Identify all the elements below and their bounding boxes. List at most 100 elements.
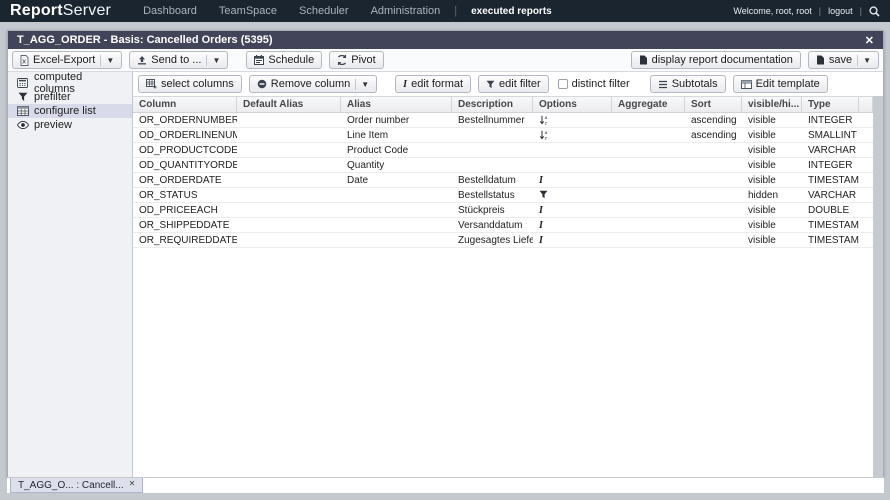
menu-item-teamspace[interactable]: TeamSpace [219,5,277,17]
select-columns-label: select columns [161,78,234,90]
grid-row[interactable]: OR_STATUSBestellstatushiddenVARCHAR [133,188,873,203]
grid-row[interactable]: OD_PRICEEACHStückpreisIvisibleDOUBLE [133,203,873,218]
send-to-label: Send to ... [151,54,201,66]
save-button[interactable]: save ▼ [808,51,879,69]
subtotals-label: Subtotals [672,78,718,90]
column-header-options[interactable]: Options [533,97,612,112]
cell-description: Bestellnummer [452,113,533,127]
edit-format-button[interactable]: I edit format [395,75,471,93]
sort-az-icon: az [539,117,549,127]
dropdown-caret-icon: ▼ [361,80,369,89]
pivot-button[interactable]: Pivot [329,51,383,69]
eye-icon [17,121,29,129]
grid-row[interactable]: OR_SHIPPEDDATEVersanddatumIvisibleTIMEST… [133,218,873,233]
cell-default-alias [237,203,341,217]
cell-visibility: hidden [742,188,802,202]
template-icon [741,80,752,89]
cell-type: VARCHAR [802,143,859,157]
subtotals-button[interactable]: Subtotals [650,75,726,93]
grid-row[interactable]: OD_PRODUCTCODEProduct CodevisibleVARCHAR [133,143,873,158]
cell-column: OR_STATUS [133,188,237,202]
logout-link[interactable]: logout [828,6,853,16]
select-columns-button[interactable]: select columns [138,75,242,93]
save-label: save [829,54,852,66]
display-doc-label: display report documentation [652,54,793,66]
sidebar-item-preview[interactable]: preview [8,118,132,132]
cell-column: OR_ORDERDATE [133,173,237,187]
grid-row[interactable]: OD_ORDERLINENUMBERLine Itemazascendingvi… [133,128,873,143]
vertical-scrollbar[interactable] [873,96,883,477]
sidebar-item-computed-columns[interactable]: computed columns [8,76,132,90]
cell-column: OD_PRODUCTCODE [133,143,237,157]
grid-row[interactable]: OR_ORDERDATEDateBestelldatumIvisibleTIME… [133,173,873,188]
cell-visibility: visible [742,173,802,187]
search-icon[interactable] [869,6,880,17]
report-toolbar: Excel-Export ▼ Send to ... ▼ Schedule Pi… [8,49,883,72]
save-icon [816,55,825,65]
format-icon: I [539,235,543,246]
menu-item-dashboard[interactable]: Dashboard [143,5,197,17]
cell-description: Versanddatum [452,218,533,232]
svg-text:z: z [545,137,548,140]
cell-default-alias [237,143,341,157]
cell-column: OD_QUANTITYORDERED [133,158,237,172]
cell-default-alias [237,233,341,247]
menu-item-scheduler[interactable]: Scheduler [299,5,349,17]
cell-default-alias [237,158,341,172]
send-to-button[interactable]: Send to ... ▼ [129,51,228,69]
column-header-type[interactable]: Type [802,97,859,112]
cell-aggregate [612,128,685,142]
sidebar-item-label: preview [34,119,72,131]
distinct-filter-toggle[interactable]: distinct filter [556,78,632,90]
executed-reports-link[interactable]: executed reports [471,6,552,17]
window-close-icon[interactable]: ✕ [865,34,874,47]
column-header-column[interactable]: Column [133,97,237,112]
edit-template-button[interactable]: Edit template [733,75,828,93]
format-icon: I [539,175,543,186]
grid-row[interactable]: OR_ORDERNUMBEROrder numberBestellnummera… [133,113,873,128]
cell-visibility: visible [742,203,802,217]
cell-sort [685,218,742,232]
cell-column: OD_ORDERLINENUMBER [133,128,237,142]
cell-visibility: visible [742,233,802,247]
edit-filter-button[interactable]: edit filter [478,75,549,93]
cell-description: Stückpreis [452,203,533,217]
funnel-icon [17,92,29,102]
column-header-aggregate[interactable]: Aggregate [612,97,685,112]
checkbox-icon[interactable] [558,79,568,89]
remove-column-button[interactable]: Remove column ▼ [249,75,377,93]
cell-options: I [533,173,612,187]
schedule-button[interactable]: Schedule [246,51,322,69]
bottom-tab-report[interactable]: T_AGG_O... : Cancell... ✕ [10,478,143,493]
cell-type: TIMESTAMP [802,233,859,247]
column-header-alias[interactable]: Alias [341,97,452,112]
dropdown-caret-icon: ▼ [106,56,114,65]
app-logo[interactable]: ReportServer [10,0,111,22]
column-header-description[interactable]: Description [452,97,533,112]
dropdown-caret-icon: ▼ [212,56,220,65]
cell-sort [685,143,742,157]
display-report-documentation-button[interactable]: display report documentation [631,51,801,69]
cell-options: az [533,128,612,142]
cell-aggregate [612,173,685,187]
grid-header: ColumnDefault AliasAliasDescriptionOptio… [133,96,873,113]
bottom-tab-label: T_AGG_O... : Cancell... [18,480,124,491]
column-header-visible-hi[interactable]: visible/hi... [742,97,802,112]
report-window: T_AGG_ORDER - Basis: Cancelled Orders (5… [7,30,884,477]
dropdown-caret-icon: ▼ [863,56,871,65]
tab-close-icon[interactable]: ✕ [129,479,136,488]
excel-export-button[interactable]: Excel-Export ▼ [12,51,122,69]
cell-alias: Date [341,173,452,187]
table-icon [17,106,29,116]
grid-row[interactable]: OR_REQUIREDDATEZugesagtes Liefer...Ivisi… [133,233,873,248]
cell-description [452,143,533,157]
column-header-sort[interactable]: Sort [685,97,742,112]
grid-row[interactable]: OD_QUANTITYORDEREDQuantityvisibleINTEGER [133,158,873,173]
bottom-tabbar: T_AGG_O... : Cancell... ✕ [7,477,884,493]
menu-item-administration[interactable]: Administration [371,5,441,17]
cell-alias: Product Code [341,143,452,157]
sidebar-item-configure-list[interactable]: configure list [8,104,132,118]
column-header-default-alias[interactable]: Default Alias [237,97,341,112]
main-menu: Dashboard TeamSpace Scheduler Administratio… [143,5,440,17]
cell-column: OR_REQUIREDDATE [133,233,237,247]
